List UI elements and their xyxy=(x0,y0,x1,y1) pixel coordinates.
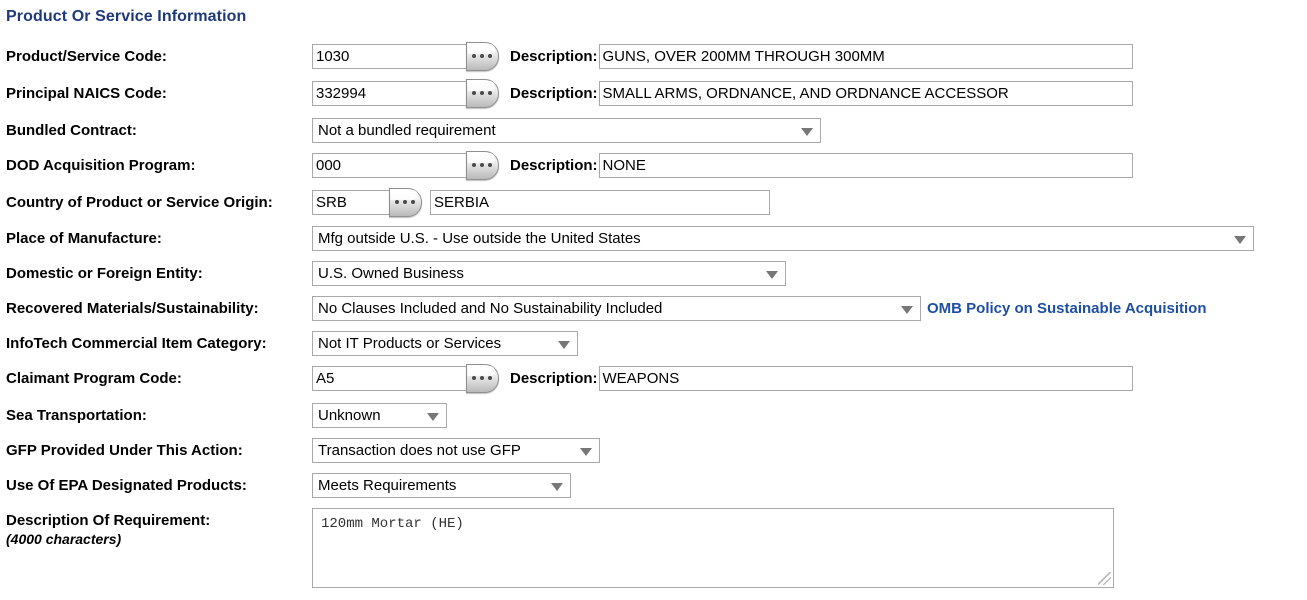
country-of-origin-code-input[interactable]: SRB xyxy=(312,190,390,215)
recovered-materials-selected-value: No Clauses Included and No Sustainabilit… xyxy=(318,300,663,317)
chevron-down-icon xyxy=(558,341,570,349)
control-product-service-code: 1030 Description: GUNS, OVER 200MM THROU… xyxy=(312,42,1133,71)
chevron-down-icon xyxy=(901,306,913,314)
gfp-provided-select[interactable]: Transaction does not use GFP xyxy=(312,438,600,463)
field-row-domestic-or-foreign-entity: Domestic or Foreign Entity: U.S. Owned B… xyxy=(0,261,1307,286)
label-gfp-provided: GFP Provided Under This Action: xyxy=(6,442,243,459)
control-gfp-provided: Transaction does not use GFP xyxy=(312,438,600,463)
chevron-down-icon xyxy=(427,413,439,421)
control-place-of-manufacture: Mfg outside U.S. - Use outside the Unite… xyxy=(312,226,1254,251)
description-label-principal-naics-code: Description: xyxy=(510,85,598,102)
label-product-service-code: Product/Service Code: xyxy=(6,48,167,65)
field-row-claimant-program-code: Claimant Program Code: A5 Description: W… xyxy=(0,364,1307,393)
epa-designated-products-select[interactable]: Meets Requirements xyxy=(312,473,571,498)
ellipsis-lookup-icon[interactable] xyxy=(466,79,501,108)
product-service-code-description-input[interactable]: GUNS, OVER 200MM THROUGH 300MM xyxy=(598,44,1133,69)
control-dod-acquisition-program: 000 Description: NONE xyxy=(312,151,1133,180)
description-of-requirement-char-limit: (4000 characters) xyxy=(6,531,122,547)
field-row-bundled-contract: Bundled Contract: Not a bundled requirem… xyxy=(0,118,1307,143)
description-label-claimant-program-code: Description: xyxy=(510,370,598,387)
label-description-of-requirement: Description Of Requirement: (4000 charac… xyxy=(0,508,312,549)
control-infotech-commercial-item-category: Not IT Products or Services xyxy=(312,331,578,356)
label-principal-naics-code: Principal NAICS Code: xyxy=(6,85,167,102)
description-of-requirement-label-text: Description Of Requirement: xyxy=(6,512,211,529)
product-or-service-form: Product/Service Code: 1030 Description: … xyxy=(0,42,1307,598)
country-of-origin-name-input[interactable]: SERBIA xyxy=(430,190,770,215)
place-of-manufacture-selected-value: Mfg outside U.S. - Use outside the Unite… xyxy=(318,230,641,247)
gfp-provided-selected-value: Transaction does not use GFP xyxy=(318,442,521,459)
label-claimant-program-code: Claimant Program Code: xyxy=(6,370,182,387)
dod-acquisition-program-input[interactable]: 000 xyxy=(312,153,467,178)
product-service-code-input[interactable]: 1030 xyxy=(312,44,467,69)
field-row-dod-acquisition-program: DOD Acquisition Program: 000 Description… xyxy=(0,151,1307,180)
control-principal-naics-code: 332994 Description: SMALL ARMS, ORDNANCE… xyxy=(312,79,1133,108)
ellipsis-lookup-icon[interactable] xyxy=(466,151,501,180)
claimant-program-code-description-input[interactable]: WEAPONS xyxy=(598,366,1133,391)
sea-transportation-select[interactable]: Unknown xyxy=(312,403,447,428)
chevron-down-icon xyxy=(766,271,778,279)
label-dod-acquisition-program: DOD Acquisition Program: xyxy=(6,157,196,174)
bundled-contract-select[interactable]: Not a bundled requirement xyxy=(312,118,821,143)
ellipsis-lookup-icon[interactable] xyxy=(466,42,501,71)
control-bundled-contract: Not a bundled requirement xyxy=(312,118,821,143)
control-epa-designated-products: Meets Requirements xyxy=(312,473,571,498)
field-row-sea-transportation: Sea Transportation: Unknown xyxy=(0,403,1307,428)
field-row-product-service-code: Product/Service Code: 1030 Description: … xyxy=(0,42,1307,71)
field-row-gfp-provided: GFP Provided Under This Action: Transact… xyxy=(0,438,1307,463)
field-row-epa-designated-products: Use Of EPA Designated Products: Meets Re… xyxy=(0,473,1307,498)
recovered-materials-select[interactable]: No Clauses Included and No Sustainabilit… xyxy=(312,296,921,321)
label-epa-designated-products: Use Of EPA Designated Products: xyxy=(6,477,247,494)
label-recovered-materials: Recovered Materials/Sustainability: xyxy=(6,300,259,317)
page-title: Product Or Service Information xyxy=(6,8,247,25)
domestic-or-foreign-entity-selected-value: U.S. Owned Business xyxy=(318,265,464,282)
place-of-manufacture-select[interactable]: Mfg outside U.S. - Use outside the Unite… xyxy=(312,226,1254,251)
resize-handle-icon[interactable] xyxy=(1098,572,1111,585)
description-of-requirement-value: 120mm Mortar (HE) xyxy=(321,516,464,532)
field-row-description-of-requirement: Description Of Requirement: (4000 charac… xyxy=(0,508,1307,588)
chevron-down-icon xyxy=(551,483,563,491)
control-description-of-requirement: 120mm Mortar (HE) xyxy=(312,508,1114,588)
principal-naics-code-input[interactable]: 332994 xyxy=(312,81,467,106)
field-row-place-of-manufacture: Place of Manufacture: Mfg outside U.S. -… xyxy=(0,226,1307,251)
bundled-contract-selected-value: Not a bundled requirement xyxy=(318,122,496,139)
field-row-country-of-origin: Country of Product or Service Origin: SR… xyxy=(0,188,1307,217)
epa-designated-products-selected-value: Meets Requirements xyxy=(318,477,457,494)
control-claimant-program-code: A5 Description: WEAPONS xyxy=(312,364,1133,393)
label-domestic-or-foreign-entity: Domestic or Foreign Entity: xyxy=(6,265,203,282)
infotech-commercial-item-category-select[interactable]: Not IT Products or Services xyxy=(312,331,578,356)
field-row-recovered-materials: Recovered Materials/Sustainability: No C… xyxy=(0,296,1307,321)
field-row-principal-naics-code: Principal NAICS Code: 332994 Description… xyxy=(0,79,1307,108)
principal-naics-code-description-input[interactable]: SMALL ARMS, ORDNANCE, AND ORDNANCE ACCES… xyxy=(598,81,1133,106)
sea-transportation-selected-value: Unknown xyxy=(318,407,381,424)
dod-acquisition-program-description-input[interactable]: NONE xyxy=(598,153,1133,178)
label-country-of-origin: Country of Product or Service Origin: xyxy=(6,194,273,211)
control-country-of-origin: SRB SERBIA xyxy=(312,188,770,217)
control-recovered-materials: No Clauses Included and No Sustainabilit… xyxy=(312,296,1206,321)
field-row-infotech-commercial-item-category: InfoTech Commercial Item Category: Not I… xyxy=(0,331,1307,356)
label-sea-transportation: Sea Transportation: xyxy=(6,407,147,424)
domestic-or-foreign-entity-select[interactable]: U.S. Owned Business xyxy=(312,261,786,286)
chevron-down-icon xyxy=(801,128,813,136)
description-label-product-service-code: Description: xyxy=(510,48,598,65)
chevron-down-icon xyxy=(1234,236,1246,244)
ellipsis-lookup-icon[interactable] xyxy=(389,188,424,217)
control-domestic-or-foreign-entity: U.S. Owned Business xyxy=(312,261,786,286)
description-label-dod-acquisition-program: Description: xyxy=(510,157,598,174)
control-sea-transportation: Unknown xyxy=(312,403,447,428)
label-bundled-contract: Bundled Contract: xyxy=(6,122,137,139)
label-infotech-commercial-item-category: InfoTech Commercial Item Category: xyxy=(6,335,267,352)
ellipsis-lookup-icon[interactable] xyxy=(466,364,501,393)
omb-policy-link[interactable]: OMB Policy on Sustainable Acquisition xyxy=(921,296,1206,321)
chevron-down-icon xyxy=(580,448,592,456)
claimant-program-code-input[interactable]: A5 xyxy=(312,366,467,391)
description-of-requirement-textarea[interactable]: 120mm Mortar (HE) xyxy=(312,508,1114,588)
infotech-commercial-item-category-selected-value: Not IT Products or Services xyxy=(318,335,502,352)
label-place-of-manufacture: Place of Manufacture: xyxy=(6,230,162,247)
